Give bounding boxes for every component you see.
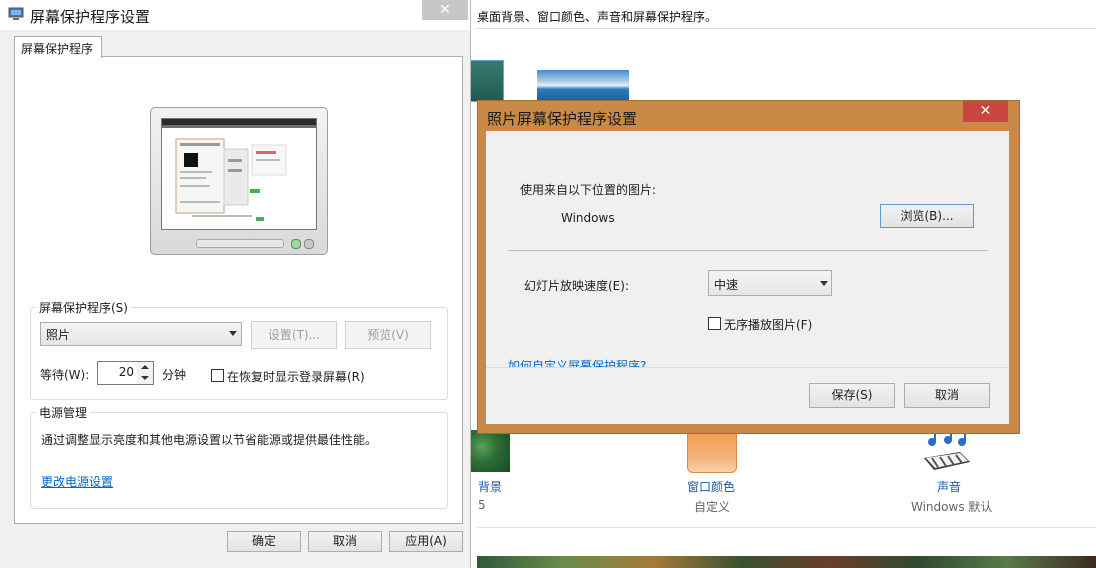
chevron-down-icon bbox=[229, 331, 237, 336]
slideshow-speed-value: 中速 bbox=[714, 278, 739, 292]
theme-thumbnail[interactable] bbox=[470, 60, 504, 102]
spin-up-icon[interactable] bbox=[141, 365, 149, 369]
personalization-description: 桌面背景、窗口颜色、声音和屏幕保护程序。 bbox=[477, 10, 718, 24]
close-button[interactable]: ✕ bbox=[422, 0, 468, 20]
screensaver-select[interactable]: 照片 bbox=[40, 322, 242, 346]
change-power-settings-link[interactable]: 更改电源设置 bbox=[41, 473, 113, 490]
logon-screen-label[interactable]: 在恢复时显示登录屏幕(R) bbox=[227, 368, 365, 385]
sound-icon[interactable] bbox=[920, 428, 972, 474]
wait-label: 等待(W): bbox=[40, 368, 90, 382]
apply-button[interactable]: 应用(A) bbox=[389, 531, 463, 552]
window-color-sub: 自定义 bbox=[694, 500, 731, 514]
tab-label: 屏幕保护程序 bbox=[21, 42, 94, 56]
monitor-bezel-slot bbox=[196, 239, 284, 248]
dialog-body: 使用来自以下位置的图片: Windows 浏览(B)... 幻灯片放映速度(E)… bbox=[486, 131, 1009, 424]
screensaver-settings-dialog: 屏幕保护程序设置 ✕ 屏幕保护程序 屏幕保护程序(S) 照片 设置(T)... … bbox=[0, 0, 471, 568]
title-bar[interactable]: 屏幕保护程序设置 ✕ bbox=[0, 0, 470, 30]
picture-source-label: 使用来自以下位置的图片: bbox=[520, 183, 657, 197]
cancel-button[interactable]: 取消 bbox=[308, 531, 382, 552]
sound-label[interactable]: 声音 bbox=[937, 478, 961, 495]
wait-unit-label: 分钟 bbox=[162, 368, 187, 382]
dialog-title: 屏幕保护程序设置 bbox=[30, 8, 151, 26]
theme-thumbnail[interactable] bbox=[537, 70, 629, 102]
slideshow-speed-label: 幻灯片放映速度(E): bbox=[524, 279, 629, 293]
desktop-background-label[interactable]: 背景 bbox=[478, 478, 502, 495]
desktop-background-sub: 5 bbox=[478, 498, 486, 512]
logon-screen-checkbox[interactable] bbox=[211, 369, 224, 382]
shuffle-label[interactable]: 无序播放图片(F) bbox=[724, 316, 812, 333]
display-app-icon bbox=[8, 7, 24, 20]
wait-minutes-value: 20 bbox=[118, 365, 134, 379]
preview-thumbnail bbox=[162, 119, 316, 221]
wait-minutes-input[interactable]: 20 bbox=[97, 361, 139, 385]
chevron-down-icon bbox=[820, 281, 828, 286]
tab-screensaver[interactable]: 屏幕保护程序 bbox=[14, 36, 102, 58]
spin-down-icon[interactable] bbox=[141, 376, 149, 380]
monitor-button-icon bbox=[304, 239, 314, 249]
browse-button[interactable]: 浏览(B)... bbox=[880, 204, 974, 228]
power-management-group bbox=[30, 412, 448, 509]
ok-button[interactable]: 确定 bbox=[227, 531, 301, 552]
wait-minutes-stepper[interactable] bbox=[137, 361, 154, 385]
wallpaper-strip bbox=[477, 556, 1096, 568]
cancel-button[interactable]: 取消 bbox=[904, 383, 990, 408]
window-color-icon[interactable] bbox=[687, 430, 737, 473]
save-button[interactable]: 保存(S) bbox=[809, 383, 895, 408]
monitor-preview bbox=[150, 107, 328, 255]
screensaver-group-label: 屏幕保护程序(S) bbox=[36, 299, 131, 316]
divider bbox=[508, 250, 988, 251]
slideshow-speed-select[interactable]: 中速 bbox=[708, 270, 832, 296]
window-color-label[interactable]: 窗口颜色 bbox=[687, 478, 735, 495]
sound-sub: Windows 默认 bbox=[911, 500, 993, 514]
divider bbox=[477, 28, 1096, 29]
desktop-background-thumbnail[interactable] bbox=[470, 430, 510, 472]
close-button[interactable]: ✕ bbox=[963, 101, 1008, 122]
power-led-icon bbox=[291, 239, 301, 249]
settings-button[interactable]: 设置(T)... bbox=[251, 321, 337, 349]
divider bbox=[477, 527, 1096, 528]
dialog-title: 照片屏幕保护程序设置 bbox=[487, 110, 638, 128]
power-management-label: 电源管理 bbox=[36, 404, 91, 421]
photo-screensaver-settings-dialog: 照片屏幕保护程序设置 ✕ 使用来自以下位置的图片: Windows 浏览(B).… bbox=[477, 100, 1020, 434]
power-description: 通过调整显示亮度和其他电源设置以节省能源或提供最佳性能。 bbox=[41, 433, 378, 447]
preview-button[interactable]: 预览(V) bbox=[345, 321, 431, 349]
preview-screen bbox=[161, 118, 317, 230]
screensaver-select-value: 照片 bbox=[46, 328, 71, 342]
shuffle-checkbox[interactable] bbox=[708, 317, 721, 330]
picture-source-value: Windows bbox=[561, 211, 615, 225]
